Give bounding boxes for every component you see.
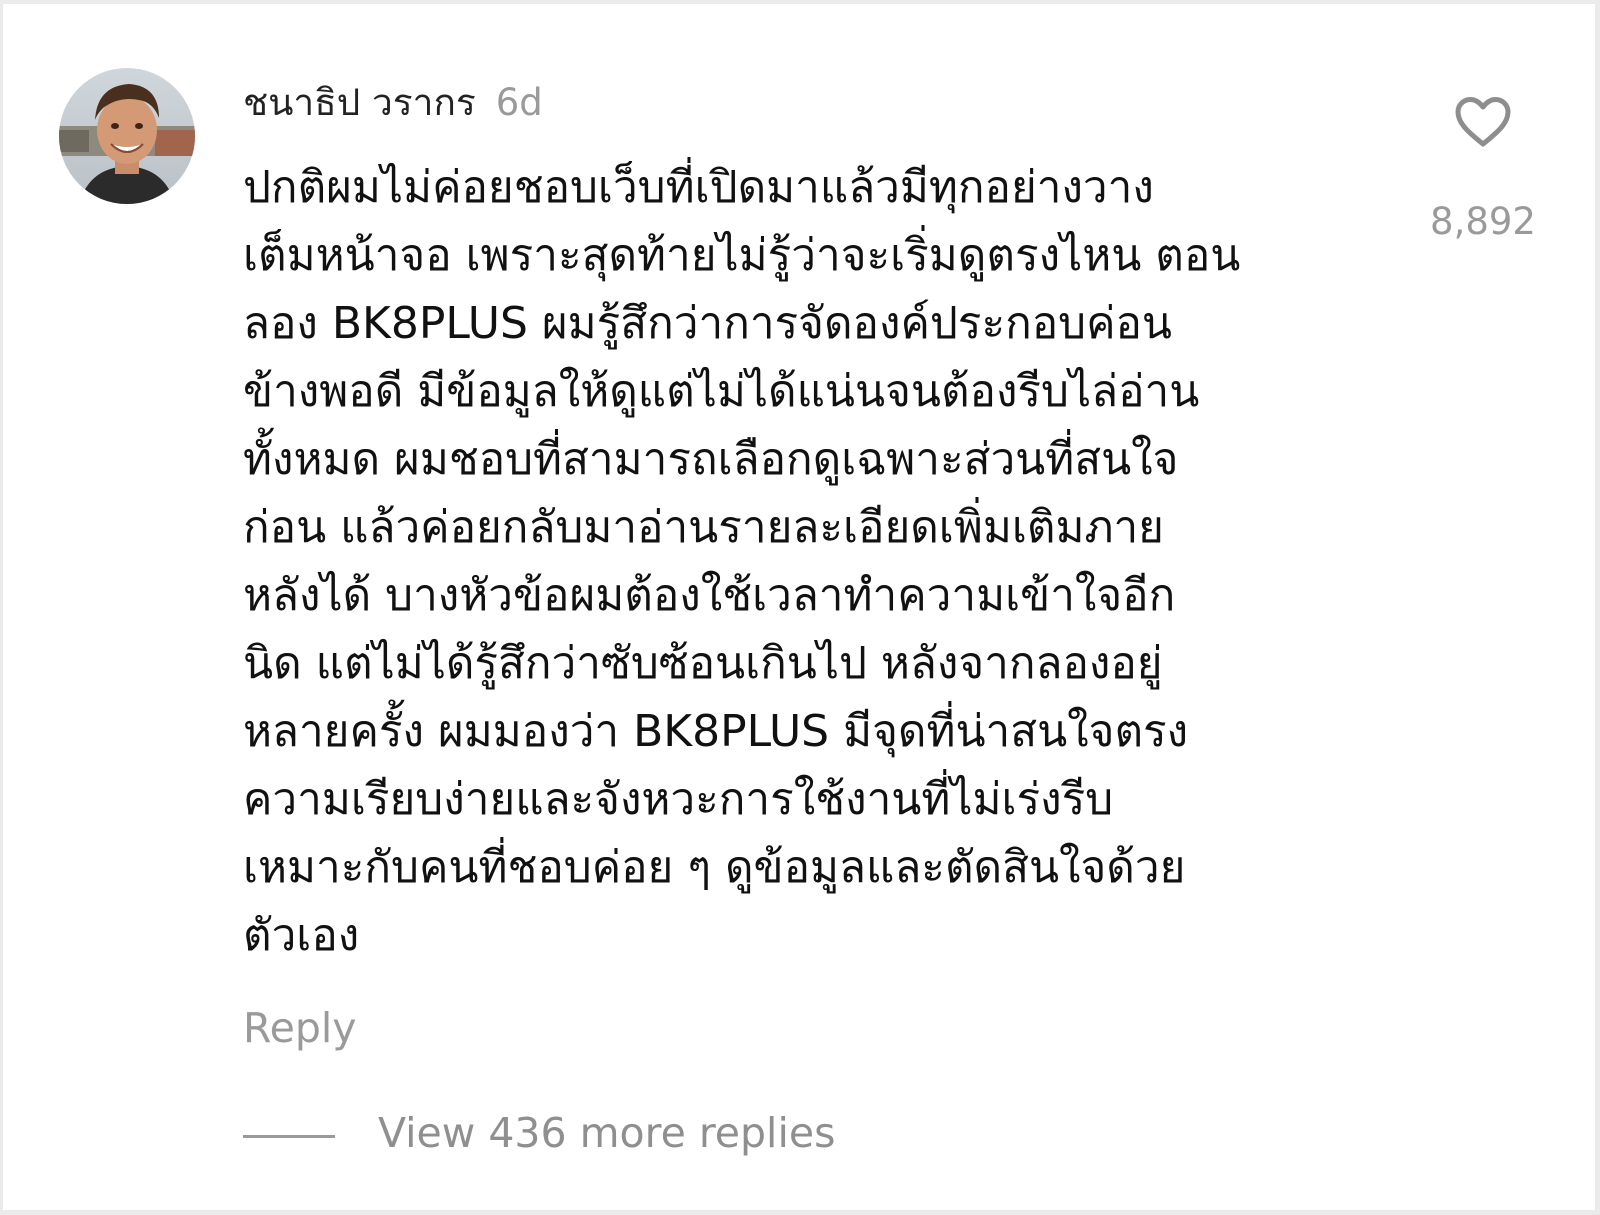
comment-header: ชนาธิป วรากร 6d [243,74,543,130]
heart-outline-icon[interactable] [1454,96,1512,148]
username[interactable]: ชนาธิป วรากร [243,73,476,132]
avatar[interactable] [59,68,195,204]
comment-line: ทั้งหมด ผมชอบที่สามารถเลือกดูเฉพาะส่วนที… [243,434,1179,485]
comment-line: ข้างพอดี มีข้อมูลให้ดูแต่ไม่ได้แน่นจนต้อ… [243,366,1200,417]
comment-line: หลายครั้ง ผมมองว่า BK8PLUS มีจุดที่น่าสน… [243,706,1189,757]
reply-button[interactable]: Reply [243,1004,357,1052]
like-count: 8,892 [1430,200,1536,243]
comment-line: เต็มหน้าจอ เพราะสุดท้ายไม่รู้ว่าจะเริ่มด… [243,230,1241,281]
comment-line: ก่อน แล้วค่อยกลับมาอ่านรายละเอียดเพิ่มเต… [243,502,1164,553]
like-section: 8,892 [1423,96,1543,243]
view-more-replies-button[interactable]: View 436 more replies [378,1109,835,1157]
comment-card: ชนาธิป วรากร 6d ปกติผมไม่ค่อยชอบเว็บที่เ… [3,4,1595,1210]
timestamp: 6d [495,80,543,124]
comment-text: ปกติผมไม่ค่อยชอบเว็บที่เปิดมาแล้วมีทุกอย… [243,154,1353,970]
comment-line: ลอง BK8PLUS ผมรู้สึกว่าการจัดองค์ประกอบค… [243,298,1173,349]
comment-line: นิด แต่ไม่ได้รู้สึกว่าซับซ้อนเกินไป หลัง… [243,638,1163,689]
comment-line: ตัวเอง [243,910,360,961]
comment-line: ปกติผมไม่ค่อยชอบเว็บที่เปิดมาแล้วมีทุกอย… [243,162,1154,213]
comment-line: หลังได้ บางหัวข้อผมต้องใช้เวลาทำความเข้า… [243,570,1176,621]
comment-line: เหมาะกับคนที่ชอบค่อย ๆ ดูข้อมูลและตัดสิน… [243,842,1186,893]
comment-line: ความเรียบง่ายและจังหวะการใช้งานที่ไม่เร่… [243,774,1114,825]
avatar-photo [59,68,195,204]
replies-divider [243,1135,335,1138]
